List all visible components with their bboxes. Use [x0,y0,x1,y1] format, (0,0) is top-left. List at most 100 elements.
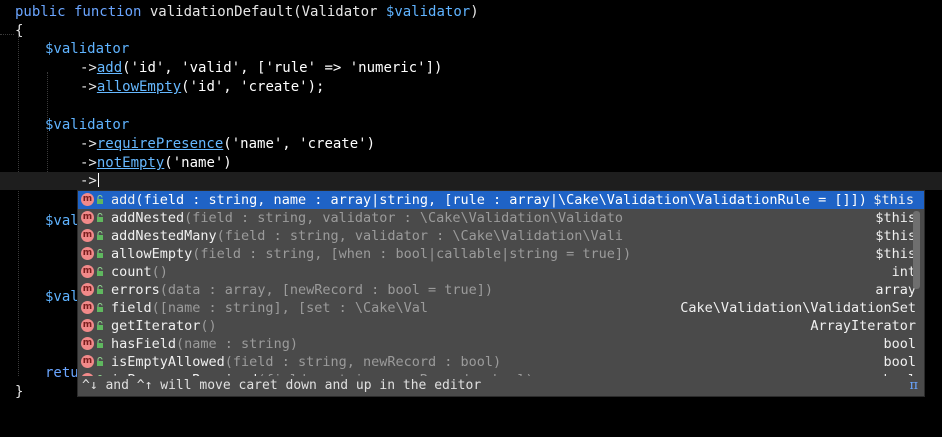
return-keyword: retu [45,365,79,381]
arrow: -> [80,173,97,189]
code-line: $validator [0,116,942,134]
completion-item[interactable]: m count() int [78,263,924,281]
keyword: public function [15,4,150,20]
completion-text: getIterator() [111,317,217,335]
method-params: ([name : string], [set : \Cake\Val [151,300,428,316]
completion-text: field([name : string], [set : \Cake\Val [111,299,428,317]
pi-icon[interactable]: π [909,376,918,396]
method-params: (field : string, [when : bool|callable|s… [192,246,632,262]
brace: } [15,384,24,400]
method-params: (field : string, validator : \Cake\Valid… [216,228,624,244]
method-params: () [151,264,168,280]
completion-item-selected[interactable]: m add(field : string, name : array|string… [78,191,924,209]
method-call: allowEmpty [96,79,182,95]
popup-scrollbar[interactable] [913,211,920,289]
method-name: field [111,300,152,316]
arguments: ('name') [164,155,232,171]
completion-text: count() [111,263,168,281]
autocomplete-popup[interactable]: m add(field : string, name : array|string… [77,190,925,397]
method-call: requirePresence [96,136,224,152]
method-icon: m [81,319,94,332]
method-icon: m [81,211,94,224]
code-line: ->allowEmpty('id', 'create'); [0,78,942,96]
method-name: count [111,264,152,280]
method-name: allowEmpty [111,246,193,262]
footer-hint: ^↓ and ^↑ will move caret down and up in… [82,378,482,393]
public-lock-icon [97,231,103,240]
method-params: (field : string, validator : \Cake\Valid… [184,210,624,226]
method-icon: m [81,229,94,242]
method-name: hasField [111,336,177,352]
paren: ) [470,4,479,20]
method-name: add [111,192,136,208]
return-type: ArrayIterator [810,318,916,334]
brace: { [15,23,24,39]
code-editor[interactable]: public function validationDefault(Valida… [0,0,942,410]
completion-item[interactable]: m getIterator() ArrayIterator [78,317,924,335]
completion-text: isEmptyAllowed(field : string, newRecord… [111,353,501,371]
method-params: (data : array, [newRecord : bool = true]… [159,282,494,298]
method-params: () [200,318,217,334]
completion-item[interactable]: m addNested(field : string, validator : \… [78,209,924,227]
completion-text: addNestedMany(field : string, validator … [111,227,623,245]
completion-item[interactable]: m errors(data : array, [newRecord : bool … [78,281,924,299]
completion-item[interactable]: m isEmptyAllowed(field : string, newRecor… [78,353,924,371]
completion-text: errors(data : array, [newRecord : bool =… [111,281,493,299]
method-call: add [96,60,123,76]
method-call: notEmpty [96,155,165,171]
method-icon: m [81,355,94,368]
arrow: -> [80,136,97,152]
validator-var: $validator [45,117,130,133]
public-lock-icon [97,303,103,312]
completion-item[interactable]: m allowEmpty(field : string, [when : bool… [78,245,924,263]
public-lock-icon [97,357,103,366]
current-code-line[interactable]: -> [0,172,942,190]
completion-text: add(field : string, name : array|string,… [111,191,867,209]
arguments: ('id', 'create'); [181,79,325,95]
public-lock-icon [97,195,103,204]
paren: ( [293,4,302,20]
arrow: -> [80,60,97,76]
arguments: ('name', 'create') [223,136,376,152]
completion-item[interactable]: m field([name : string], [set : \Cake\Val… [78,299,924,317]
arrow: -> [80,79,97,95]
return-type: bool [883,336,916,352]
text-caret [97,173,99,187]
validator-var: $val [45,289,79,305]
completion-item[interactable]: m addNestedMany(field : string, validator… [78,227,924,245]
public-lock-icon [97,321,103,330]
public-lock-icon [97,249,103,258]
completion-text: addNested(field : string, validator : \C… [111,209,623,227]
public-lock-icon [97,267,103,276]
method-name: getIterator [111,318,201,334]
return-type: $this [873,192,914,208]
code-line: $validator [0,40,942,58]
method-name: addNestedMany [111,228,217,244]
method-icon: m [81,265,94,278]
arrow: -> [80,155,97,171]
method-params: (field : string, name : array|string, [r… [135,192,867,208]
code-line: public function validationDefault(Valida… [0,3,942,21]
method-name: isEmptyAllowed [111,354,225,370]
param-var: $validator [385,4,471,20]
completion-text: hasField(name : string) [111,335,298,353]
method-params: (field : string, newRecord : bool) [224,354,502,370]
return-type: $this [875,210,916,226]
public-lock-icon [97,339,103,348]
method-icon: m [81,283,94,296]
validator-var: $validator [45,41,130,57]
return-type: Cake\Validation\ValidationSet [676,299,916,317]
validator-var: $val [45,213,79,229]
method-icon: m [81,247,94,260]
return-type: array [875,282,916,298]
completion-text: allowEmpty(field : string, [when : bool|… [111,245,631,263]
method-icon: m [81,301,94,314]
code-line: ->add('id', 'valid', ['rule' => 'numeric… [0,59,942,77]
function-name: validationDefault [149,4,294,20]
public-lock-icon [97,285,103,294]
return-type: bool [883,354,916,370]
completion-item[interactable]: m hasField(name : string) bool [78,335,924,353]
code-line: ->notEmpty('name') [0,154,942,172]
code-line: { [0,22,942,40]
method-icon: m [81,193,94,206]
